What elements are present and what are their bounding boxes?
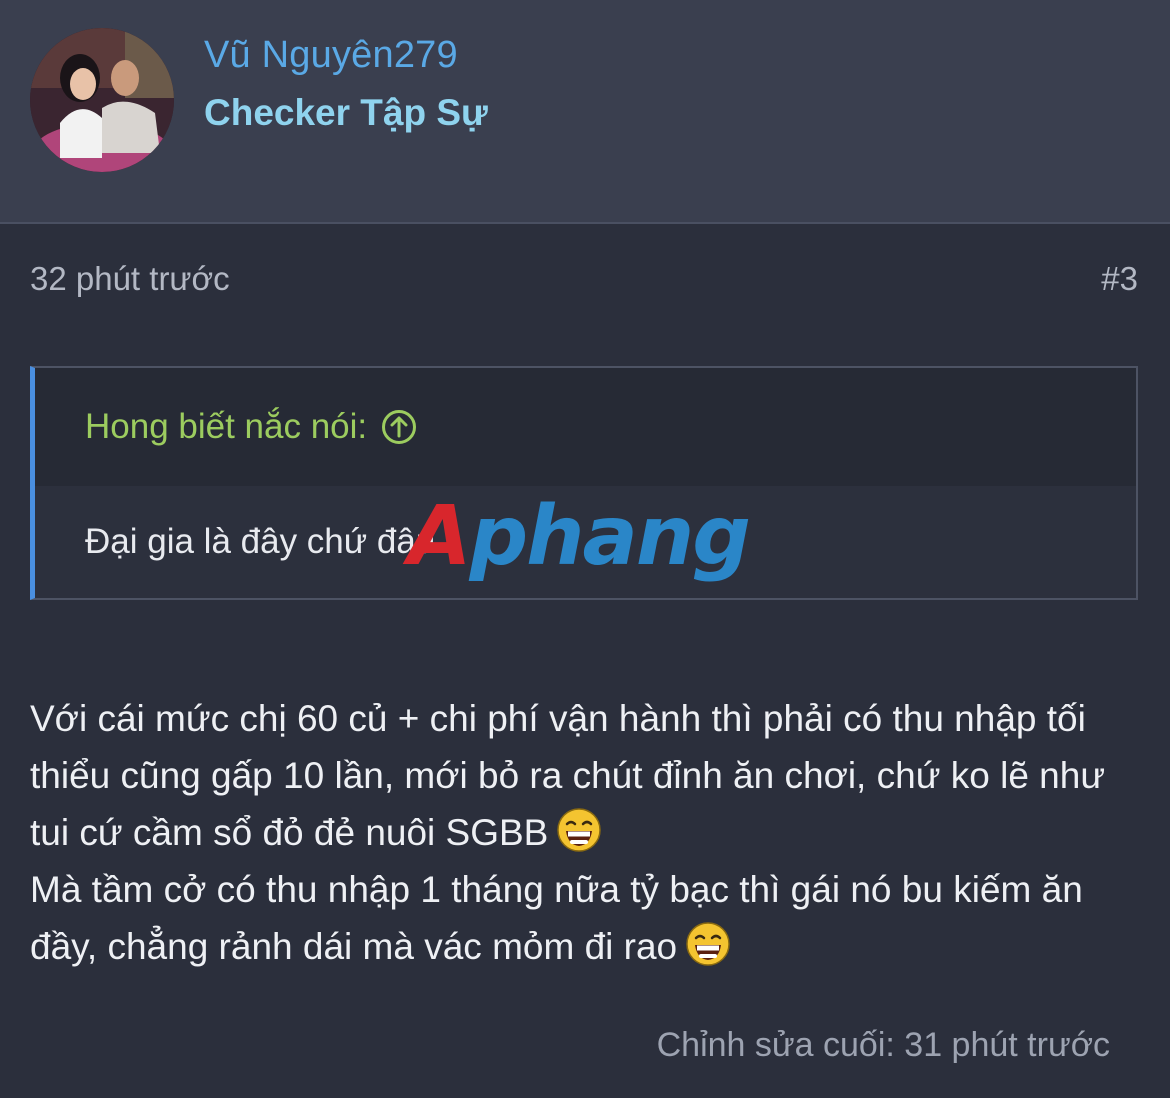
laughing-emoji-icon [685,921,731,967]
message-paragraph: Mà tầm cở có thu nhập 1 tháng nữa tỷ bạc… [30,869,1083,967]
quote-header[interactable]: Hong biết nắc nói: [35,368,1136,486]
laughing-emoji-icon [556,807,602,853]
user-title: Checker Tập Sự [204,92,488,133]
avatar[interactable] [30,28,174,172]
post-number[interactable]: #3 [1101,260,1138,298]
circle-arrow-up-icon[interactable] [381,409,417,445]
post-message: Với cái mức chị 60 củ + chi phí vận hành… [30,690,1140,975]
post-header: Vũ Nguyên279 Checker Tập Sự [0,0,1170,224]
username-link[interactable]: Vũ Nguyên279 [204,34,458,77]
avatar-image [30,28,174,172]
message-paragraph: Với cái mức chị 60 củ + chi phí vận hành… [30,698,1106,853]
quote-author[interactable]: Hong biết nắc nói: [85,407,367,447]
quote-block: Hong biết nắc nói: Đại gia là đây chứ đâ… [30,366,1138,600]
quote-text: Đại gia là đây chứ đâu [85,522,436,561]
post-time[interactable]: 32 phút trước [30,260,230,298]
last-edited-note: Chỉnh sửa cuối: 31 phút trước [656,1026,1110,1064]
